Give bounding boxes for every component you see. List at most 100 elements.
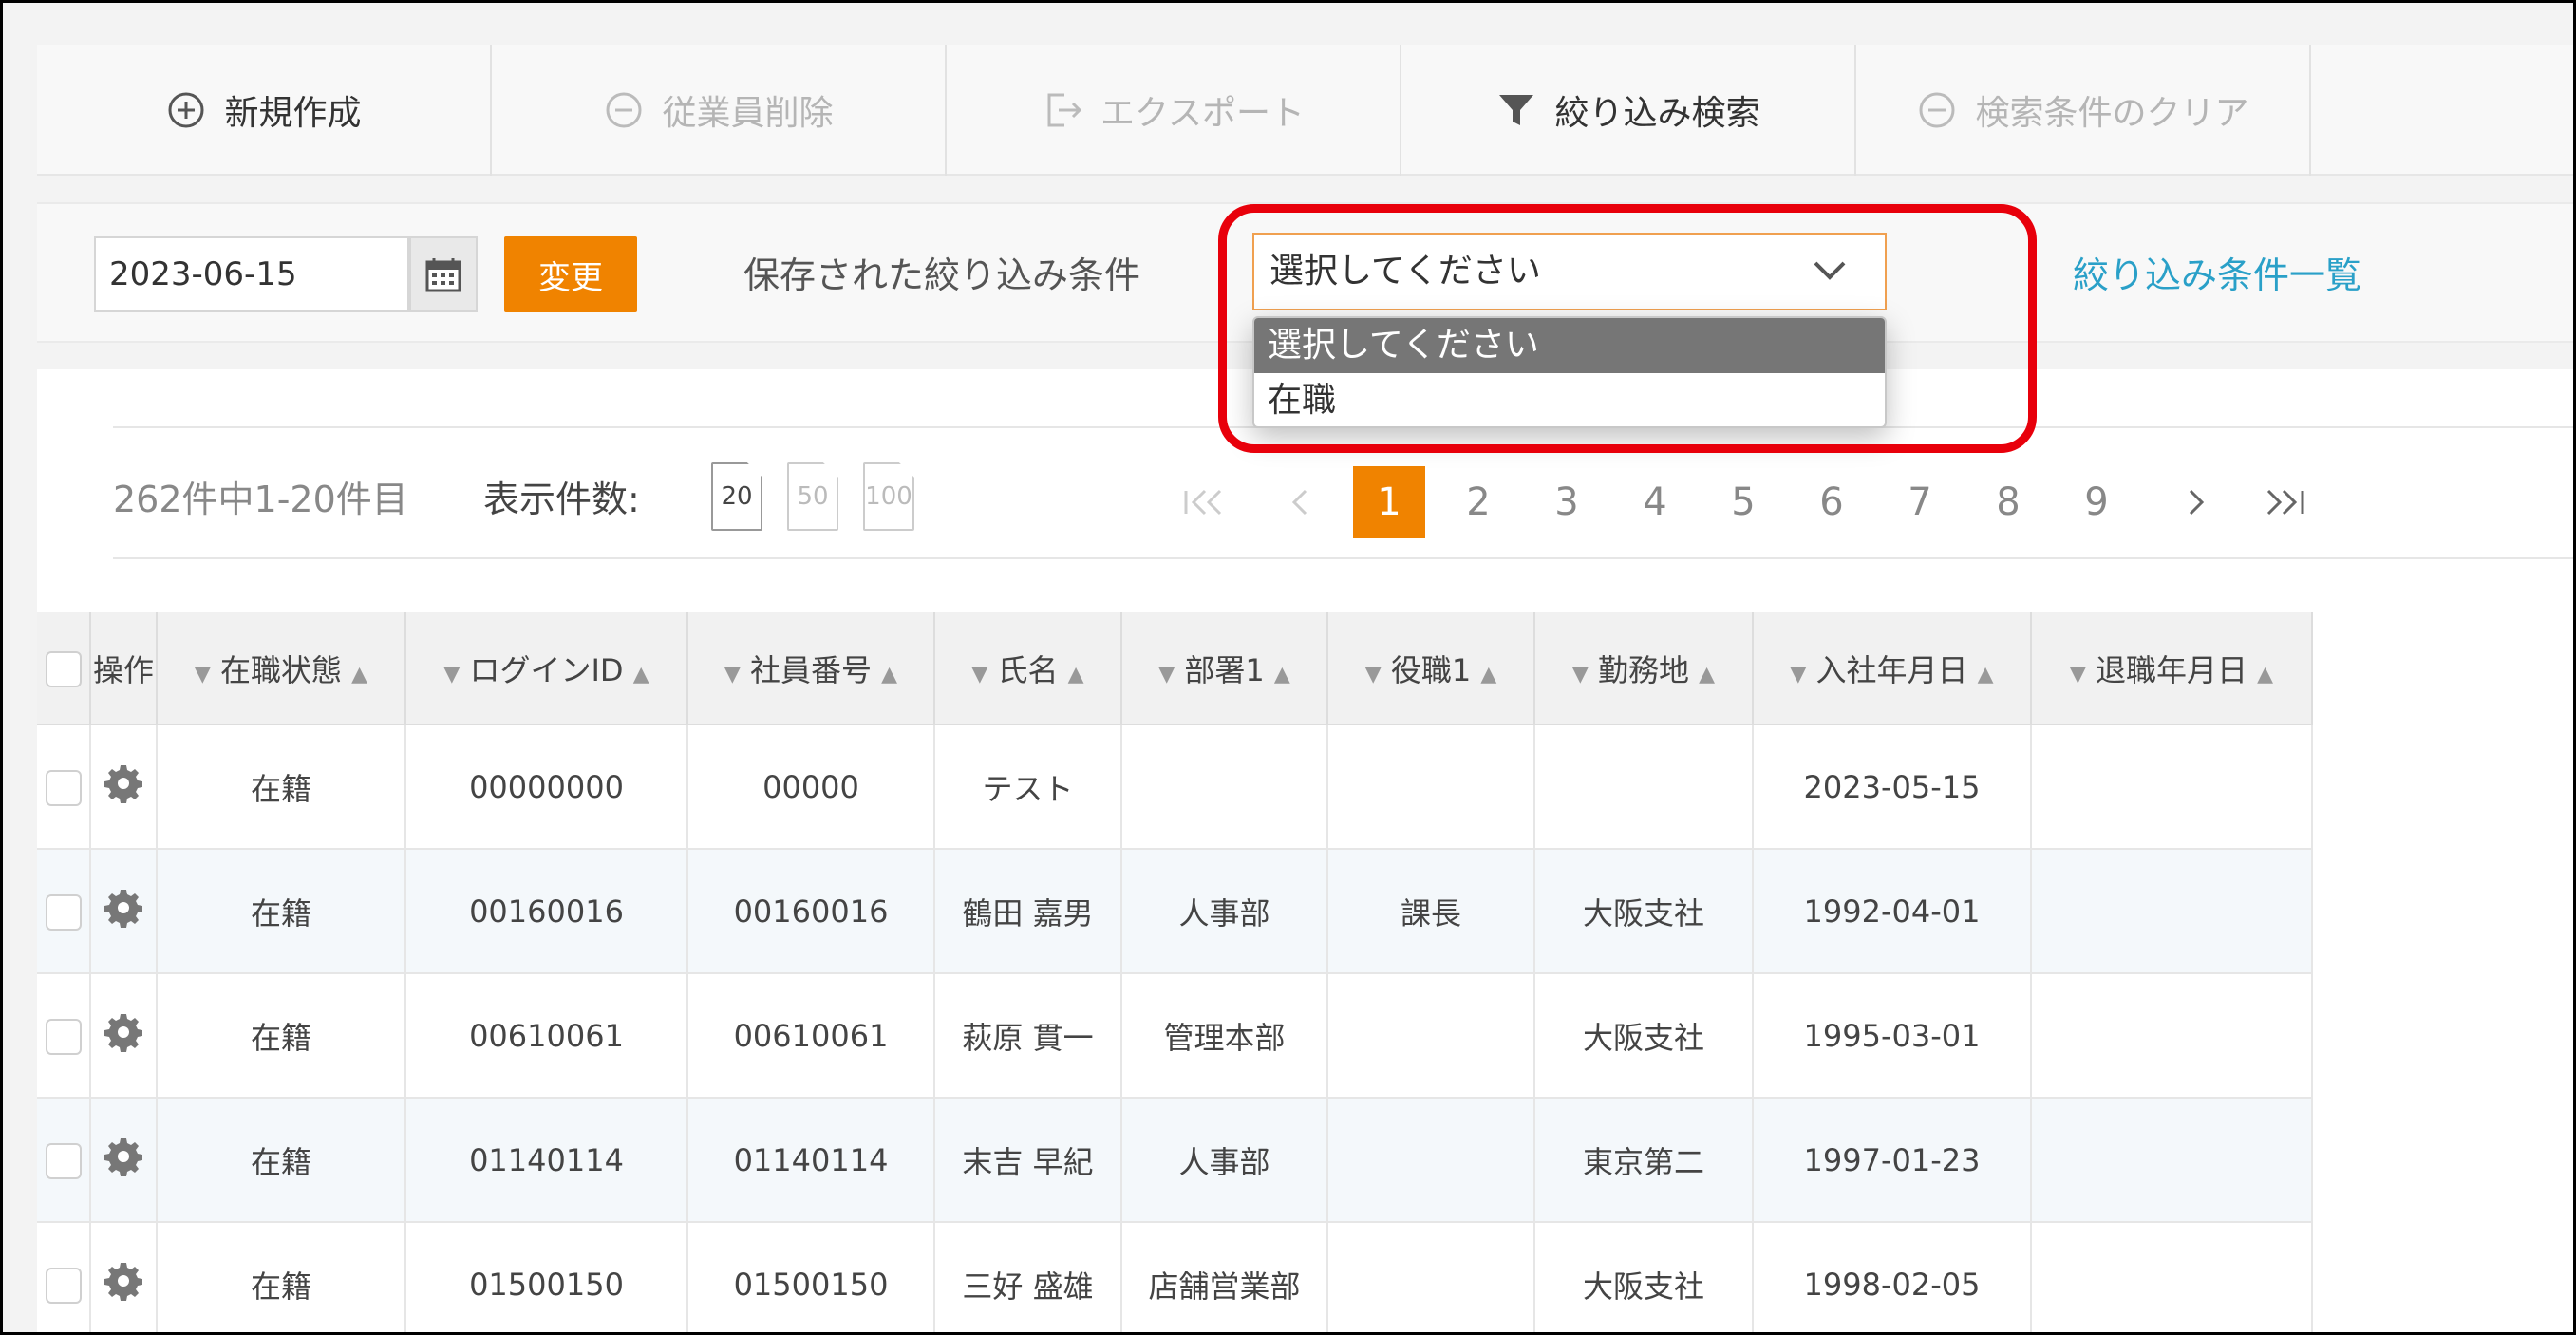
chevron-down-icon bbox=[1814, 261, 1846, 280]
table-cell: 在籍 bbox=[157, 724, 406, 850]
table-cell: 1995-03-01 bbox=[1753, 973, 2032, 1099]
row-checkbox[interactable] bbox=[45, 893, 82, 931]
table-row[interactable]: 在籍 01140114 01140114 末吉 早紀 人事部 東京第二 1997-01-23 bbox=[37, 1098, 2313, 1223]
saved-conditions-select[interactable]: 選択してください bbox=[1252, 233, 1887, 310]
first-page-icon bbox=[1184, 489, 1222, 516]
table-cell bbox=[2031, 973, 2313, 1099]
first-page-button[interactable] bbox=[1169, 466, 1241, 538]
col-header-status[interactable]: ▼ 在職状態 ▲ bbox=[157, 612, 406, 725]
filter-search-label: 絞り込み検索 bbox=[1554, 94, 1760, 133]
table-row[interactable]: 在籍 00610061 00610061 萩原 貫一 管理本部 大阪支社 1995-03-0… bbox=[37, 973, 2313, 1099]
page-size-100[interactable]: 100 bbox=[863, 462, 914, 531]
employee-table: 操作 ▼ 在職状態 ▲ ▼ ログインID ▲ ▼ 社員番号 ▲ ▼ 氏名 ▲ ▼… bbox=[37, 612, 2313, 1332]
col-header-hire-date[interactable]: ▼ 入社年月日 ▲ bbox=[1753, 612, 2032, 725]
employee-list-panel: 262件中1-20件目 表示件数: 20 50 100 1 2 3 4 5 6 … bbox=[37, 369, 2573, 1332]
table-cell: 人事部 bbox=[1121, 849, 1328, 974]
page-button[interactable]: 3 bbox=[1531, 466, 1603, 538]
col-header-login-id[interactable]: ▼ ログインID ▲ bbox=[405, 612, 688, 725]
page-button[interactable]: 9 bbox=[2060, 466, 2133, 538]
row-actions-cell bbox=[90, 1222, 158, 1332]
export-button[interactable]: エクスポート bbox=[947, 45, 1401, 176]
delete-employee-button[interactable]: 従業員削除 bbox=[492, 45, 947, 176]
page-button[interactable]: 1 bbox=[1353, 466, 1425, 538]
col-header-label: 在職状態 bbox=[219, 651, 342, 688]
page-size-50[interactable]: 50 bbox=[787, 462, 838, 531]
row-checkbox[interactable] bbox=[45, 1018, 82, 1055]
prev-page-button[interactable] bbox=[1264, 466, 1336, 538]
page-button[interactable]: 4 bbox=[1619, 466, 1691, 538]
row-select-cell bbox=[37, 724, 91, 850]
table-cell: 2023-05-15 bbox=[1753, 724, 2032, 850]
table-cell: 在籍 bbox=[157, 849, 406, 974]
table-cell: 店舗営業部 bbox=[1121, 1222, 1328, 1332]
table-cell: 課長 bbox=[1327, 849, 1535, 974]
col-header-actions: 操作 bbox=[90, 612, 158, 725]
row-actions-cell bbox=[90, 1098, 158, 1223]
change-button[interactable]: 変更 bbox=[504, 236, 637, 312]
gear-icon[interactable] bbox=[103, 889, 143, 935]
gear-icon[interactable] bbox=[103, 1262, 143, 1308]
table-row[interactable]: 在籍 00160016 00160016 鶴田 嘉男 人事部 課長 大阪支社 1992-04-… bbox=[37, 849, 2313, 974]
minus-circle-icon bbox=[606, 92, 642, 128]
last-page-icon bbox=[2266, 489, 2304, 516]
col-header-location[interactable]: ▼ 勤務地 ▲ bbox=[1534, 612, 1754, 725]
table-cell: 在籍 bbox=[157, 973, 406, 1099]
table-cell: 大阪支社 bbox=[1534, 849, 1754, 974]
pagination-bar: 262件中1-20件目 表示件数: 20 50 100 1 2 3 4 5 6 … bbox=[113, 426, 2573, 559]
col-header-label: 勤務地 bbox=[1597, 651, 1689, 688]
page-button[interactable]: 6 bbox=[1796, 466, 1868, 538]
table-cell: 1998-02-05 bbox=[1753, 1222, 2032, 1332]
next-page-button[interactable] bbox=[2160, 466, 2232, 538]
page-button[interactable]: 5 bbox=[1707, 466, 1779, 538]
clear-conditions-button[interactable]: 検索条件のクリア bbox=[1856, 45, 2311, 176]
chevron-left-icon bbox=[1291, 489, 1307, 516]
gear-icon[interactable] bbox=[103, 764, 143, 811]
funnel-icon bbox=[1499, 95, 1534, 125]
dropdown-option[interactable]: 選択してください bbox=[1254, 318, 1885, 373]
export-icon bbox=[1047, 93, 1082, 127]
page-button[interactable]: 2 bbox=[1442, 466, 1514, 538]
calendar-icon bbox=[425, 258, 461, 292]
table-cell: 00000 bbox=[687, 724, 935, 850]
filter-search-button[interactable]: 絞り込み検索 bbox=[1401, 45, 1856, 176]
col-header-position[interactable]: ▼ 役職1 ▲ bbox=[1327, 612, 1535, 725]
row-checkbox[interactable] bbox=[45, 769, 82, 806]
date-input[interactable]: 2023-06-15 bbox=[94, 236, 409, 312]
table-cell: 管理本部 bbox=[1121, 973, 1328, 1099]
col-header-name[interactable]: ▼ 氏名 ▲ bbox=[934, 612, 1122, 725]
table-cell: 在籍 bbox=[157, 1098, 406, 1223]
table-cell: 00000000 bbox=[405, 724, 688, 850]
calendar-button[interactable] bbox=[409, 236, 478, 312]
table-row[interactable]: 在籍 00000000 00000 テスト 2023-05-15 bbox=[37, 724, 2313, 850]
col-header-department[interactable]: ▼ 部署1 ▲ bbox=[1121, 612, 1328, 725]
table-row[interactable]: 在籍 01500150 01500150 三好 盛雄 店舗営業部 大阪支社 1998-02-… bbox=[37, 1222, 2313, 1332]
new-button[interactable]: 新規作成 bbox=[37, 45, 492, 176]
col-header-employee-no[interactable]: ▼ 社員番号 ▲ bbox=[687, 612, 935, 725]
saved-conditions-label: 保存された絞り込み条件 bbox=[743, 254, 1141, 296]
conditions-list-link[interactable]: 絞り込み条件一覧 bbox=[2073, 246, 2361, 298]
last-page-button[interactable] bbox=[2247, 466, 2320, 538]
table-cell: 1997-01-23 bbox=[1753, 1098, 2032, 1223]
page-size-label: 表示件数: bbox=[483, 479, 640, 520]
col-header-retire-date[interactable]: ▼ 退職年月日 ▲ bbox=[2031, 612, 2313, 725]
gear-icon[interactable] bbox=[103, 1013, 143, 1060]
row-select-cell bbox=[37, 849, 91, 974]
page-button[interactable]: 8 bbox=[1972, 466, 2044, 538]
row-checkbox[interactable] bbox=[45, 1267, 82, 1304]
delete-employee-label: 従業員削除 bbox=[662, 94, 834, 133]
table-cell bbox=[2031, 1098, 2313, 1223]
page-button[interactable]: 7 bbox=[1884, 466, 1956, 538]
gear-icon[interactable] bbox=[103, 1138, 143, 1184]
table-cell bbox=[1327, 1098, 1535, 1223]
select-all-checkbox[interactable] bbox=[45, 650, 82, 687]
new-button-label: 新規作成 bbox=[224, 94, 362, 133]
clear-conditions-label: 検索条件のクリア bbox=[1975, 94, 2249, 133]
row-checkbox[interactable] bbox=[45, 1142, 82, 1179]
dropdown-option[interactable]: 在職 bbox=[1254, 373, 1885, 426]
table-cell bbox=[1327, 1222, 1535, 1332]
page-size-20[interactable]: 20 bbox=[711, 462, 762, 531]
table-cell: 01500150 bbox=[687, 1222, 935, 1332]
table-cell bbox=[1327, 973, 1535, 1099]
app-frame: 新規作成 従業員削除 エクスポート 絞り込み検索 検索条件のクリア 2023-0… bbox=[0, 0, 2576, 1335]
col-header-label: 部署1 bbox=[1184, 651, 1265, 688]
